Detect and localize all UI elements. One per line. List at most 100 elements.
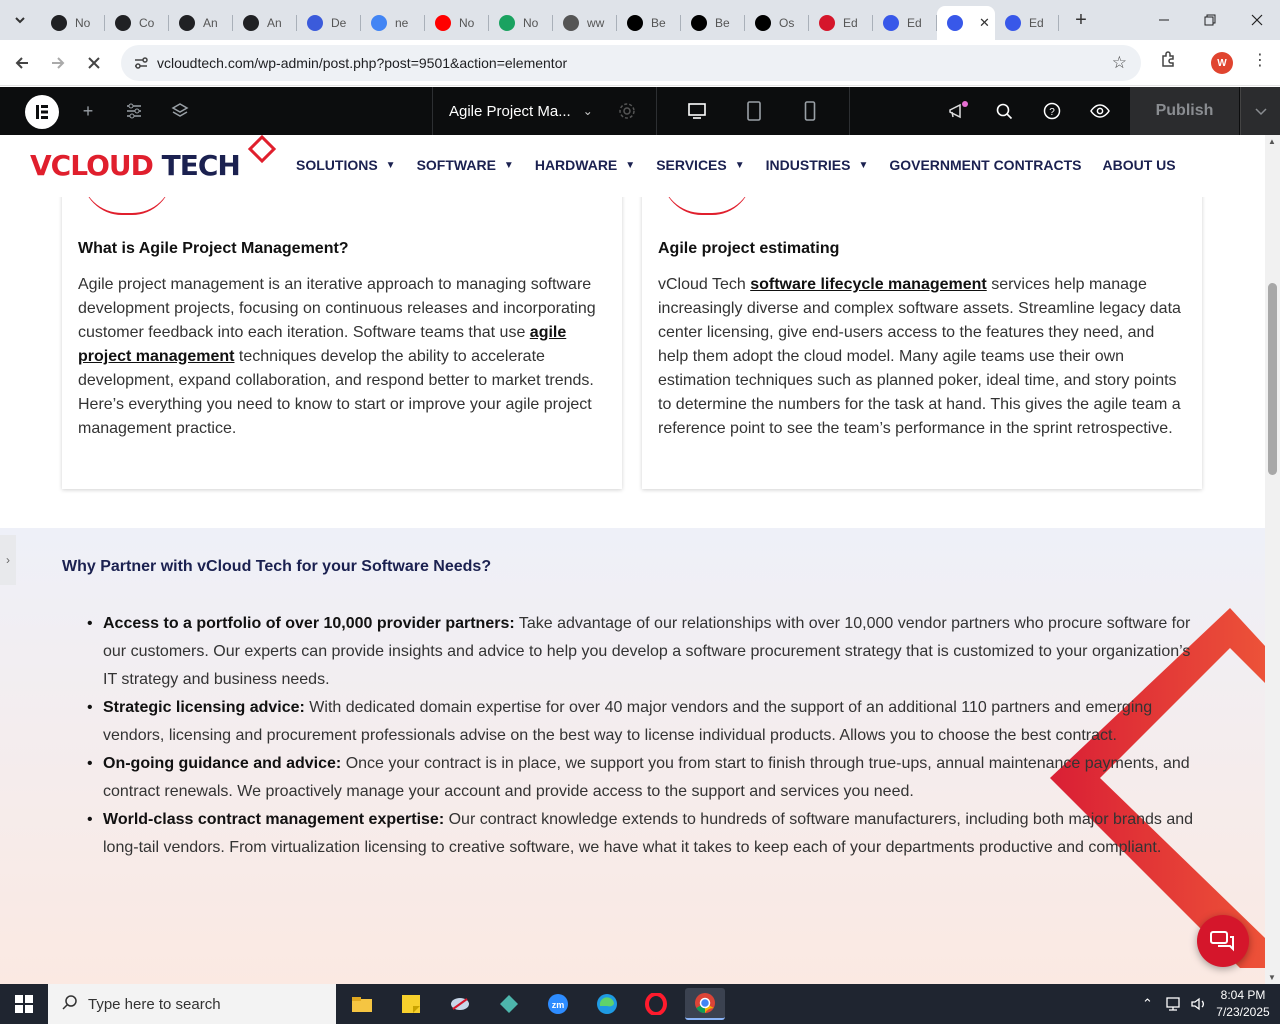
browser-tab[interactable]: No xyxy=(41,7,105,39)
show-hidden-icons-chevron-up-icon[interactable]: ⌃ xyxy=(1142,984,1153,1024)
close-window-button[interactable] xyxy=(1234,0,1280,40)
browser-tab[interactable]: Be xyxy=(681,7,745,39)
add-element-icon[interactable]: + xyxy=(76,87,100,135)
software-lifecycle-management-link[interactable]: software lifecycle management xyxy=(750,276,987,293)
whats-new-megaphone-icon[interactable] xyxy=(944,87,972,135)
document-title: Agile Project Ma... xyxy=(449,102,571,120)
sticky-notes-icon[interactable] xyxy=(391,988,431,1020)
new-tab-button[interactable]: + xyxy=(1067,6,1095,34)
scrollbar-thumb[interactable] xyxy=(1268,283,1277,475)
card-agile-estimating[interactable]: Agile project estimating vCloud Tech sof… xyxy=(642,175,1202,489)
structure-layers-icon[interactable] xyxy=(168,87,192,135)
browser-tab[interactable]: Os xyxy=(745,7,809,39)
minimize-icon xyxy=(1159,19,1169,21)
menu-item[interactable]: SERVICES ▼ xyxy=(656,157,744,173)
browser-tab[interactable]: ✕ xyxy=(937,6,995,40)
menu-item-label: ABOUT US xyxy=(1102,157,1176,173)
partner-section[interactable]: Why Partner with vCloud Tech for your So… xyxy=(0,528,1265,984)
profile-avatar[interactable]: W xyxy=(1211,52,1233,74)
menu-item[interactable]: INDUSTRIES ▼ xyxy=(766,157,869,173)
browser-tab[interactable]: An xyxy=(233,7,297,39)
taskbar-search-box[interactable]: Type here to search xyxy=(48,984,336,1024)
browser-tab[interactable]: De xyxy=(297,7,361,39)
menu-item-label: SOLUTIONS xyxy=(296,157,378,173)
browser-tab[interactable]: Ed xyxy=(809,7,873,39)
chat-button[interactable] xyxy=(1197,915,1249,967)
preview-eye-icon[interactable] xyxy=(1088,87,1112,135)
mobile-view-icon[interactable] xyxy=(798,87,822,135)
page-settings-gear-icon[interactable] xyxy=(615,87,639,135)
list-item: Access to a portfolio of over 10,000 pro… xyxy=(87,610,1203,694)
start-button[interactable] xyxy=(0,984,48,1024)
partner-benefits-list: Access to a portfolio of over 10,000 pro… xyxy=(87,610,1203,862)
menu-item[interactable]: SOFTWARE ▼ xyxy=(417,157,514,173)
tablet-view-icon[interactable] xyxy=(742,87,766,135)
menu-item[interactable]: HARDWARE ▼ xyxy=(535,157,635,173)
forward-button[interactable] xyxy=(40,45,76,81)
tab-label: Os xyxy=(779,16,795,30)
list-item-lead: World-class contract management expertis… xyxy=(103,811,445,828)
scroll-up-arrow-icon[interactable]: ▲ xyxy=(1268,137,1276,146)
bookmark-star-icon[interactable]: ☆ xyxy=(1112,53,1127,73)
chrome-icon[interactable] xyxy=(685,988,725,1020)
openai-icon xyxy=(115,15,131,31)
browser-tab[interactable]: Ed xyxy=(873,7,937,39)
card-agile-pm[interactable]: What is Agile Project Management? Agile … xyxy=(62,175,622,489)
minimize-button[interactable] xyxy=(1141,0,1187,40)
browser-tab[interactable]: ne xyxy=(361,7,425,39)
url-text[interactable]: vcloudtech.com/wp-admin/post.php?post=95… xyxy=(157,55,567,71)
elementor-icon xyxy=(819,15,835,31)
edge-browser-icon[interactable] xyxy=(587,988,627,1020)
site-main-menu: SOLUTIONS ▼ SOFTWARE ▼ HARDWARE ▼ SERVICES ▼ IND… xyxy=(296,157,1197,173)
tab-search-button[interactable] xyxy=(5,5,35,35)
browser-tab[interactable]: ww xyxy=(553,7,617,39)
taskbar-clock[interactable]: 8:04 PM 7/23/2025 xyxy=(1212,987,1274,1021)
google-icon xyxy=(371,15,387,31)
tab-label: Co xyxy=(139,16,155,30)
extensions-icon[interactable] xyxy=(1159,50,1177,73)
menu-item-label: SERVICES xyxy=(656,157,727,173)
desktop-view-icon[interactable] xyxy=(685,87,709,135)
address-bar[interactable]: vcloudtech.com/wp-admin/post.php?post=95… xyxy=(121,45,1141,81)
site-settings-sliders-icon[interactable] xyxy=(122,87,146,135)
site-settings-icon[interactable] xyxy=(127,55,155,71)
help-icon[interactable]: ? xyxy=(1040,87,1064,135)
browser-menu-icon[interactable]: ⋮ xyxy=(1252,50,1268,70)
wordpress-icon xyxy=(947,15,963,31)
close-tab-icon[interactable]: ✕ xyxy=(979,15,990,31)
zoom-icon[interactable]: zm xyxy=(538,988,578,1020)
restore-button[interactable] xyxy=(1187,0,1233,40)
snipping-tool-icon[interactable] xyxy=(440,988,480,1020)
menu-item[interactable]: SOLUTIONS ▼ xyxy=(296,157,396,173)
elementor-logo-button[interactable] xyxy=(25,95,59,129)
opera-icon[interactable] xyxy=(636,988,676,1020)
search-icon[interactable] xyxy=(992,87,1016,135)
list-item: On-going guidance and advice: Once your … xyxy=(87,750,1203,806)
menu-item[interactable]: ABOUT US xyxy=(1102,157,1175,173)
browser-tab[interactable]: No xyxy=(489,7,553,39)
browser-tab[interactable]: An xyxy=(169,7,233,39)
back-button[interactable] xyxy=(4,45,40,81)
publish-options-button[interactable] xyxy=(1240,87,1280,135)
page-scrollbar[interactable]: ▲ ▼ xyxy=(1265,135,1280,984)
browser-tab[interactable]: Be xyxy=(617,7,681,39)
panel-toggle-chevron-right-icon[interactable]: › xyxy=(0,535,16,585)
list-item-lead: On-going guidance and advice: xyxy=(103,755,342,772)
app-diamond-icon[interactable] xyxy=(489,988,529,1020)
menu-item-label: HARDWARE xyxy=(534,157,618,173)
clock-time: 8:04 PM xyxy=(1220,988,1266,1002)
publish-button[interactable]: Publish xyxy=(1130,87,1239,135)
taskbar-search-placeholder: Type here to search xyxy=(88,995,221,1013)
browser-tab[interactable]: Co xyxy=(105,7,169,39)
network-icon[interactable] xyxy=(1166,984,1184,1024)
browser-tab[interactable]: No xyxy=(425,7,489,39)
scroll-down-arrow-icon[interactable]: ▼ xyxy=(1268,973,1276,982)
stop-loading-button[interactable] xyxy=(76,45,112,81)
tab-label: Ed xyxy=(1029,16,1044,30)
browser-tab[interactable]: Ed xyxy=(995,7,1059,39)
file-explorer-icon[interactable] xyxy=(342,988,382,1020)
svg-text:?: ? xyxy=(1049,107,1055,118)
volume-icon[interactable] xyxy=(1190,984,1208,1024)
vcloud-tech-logo[interactable]: VCLOUD TECH xyxy=(30,149,241,182)
menu-item[interactable]: GOVERNMENT CONTRACTS xyxy=(889,157,1081,173)
